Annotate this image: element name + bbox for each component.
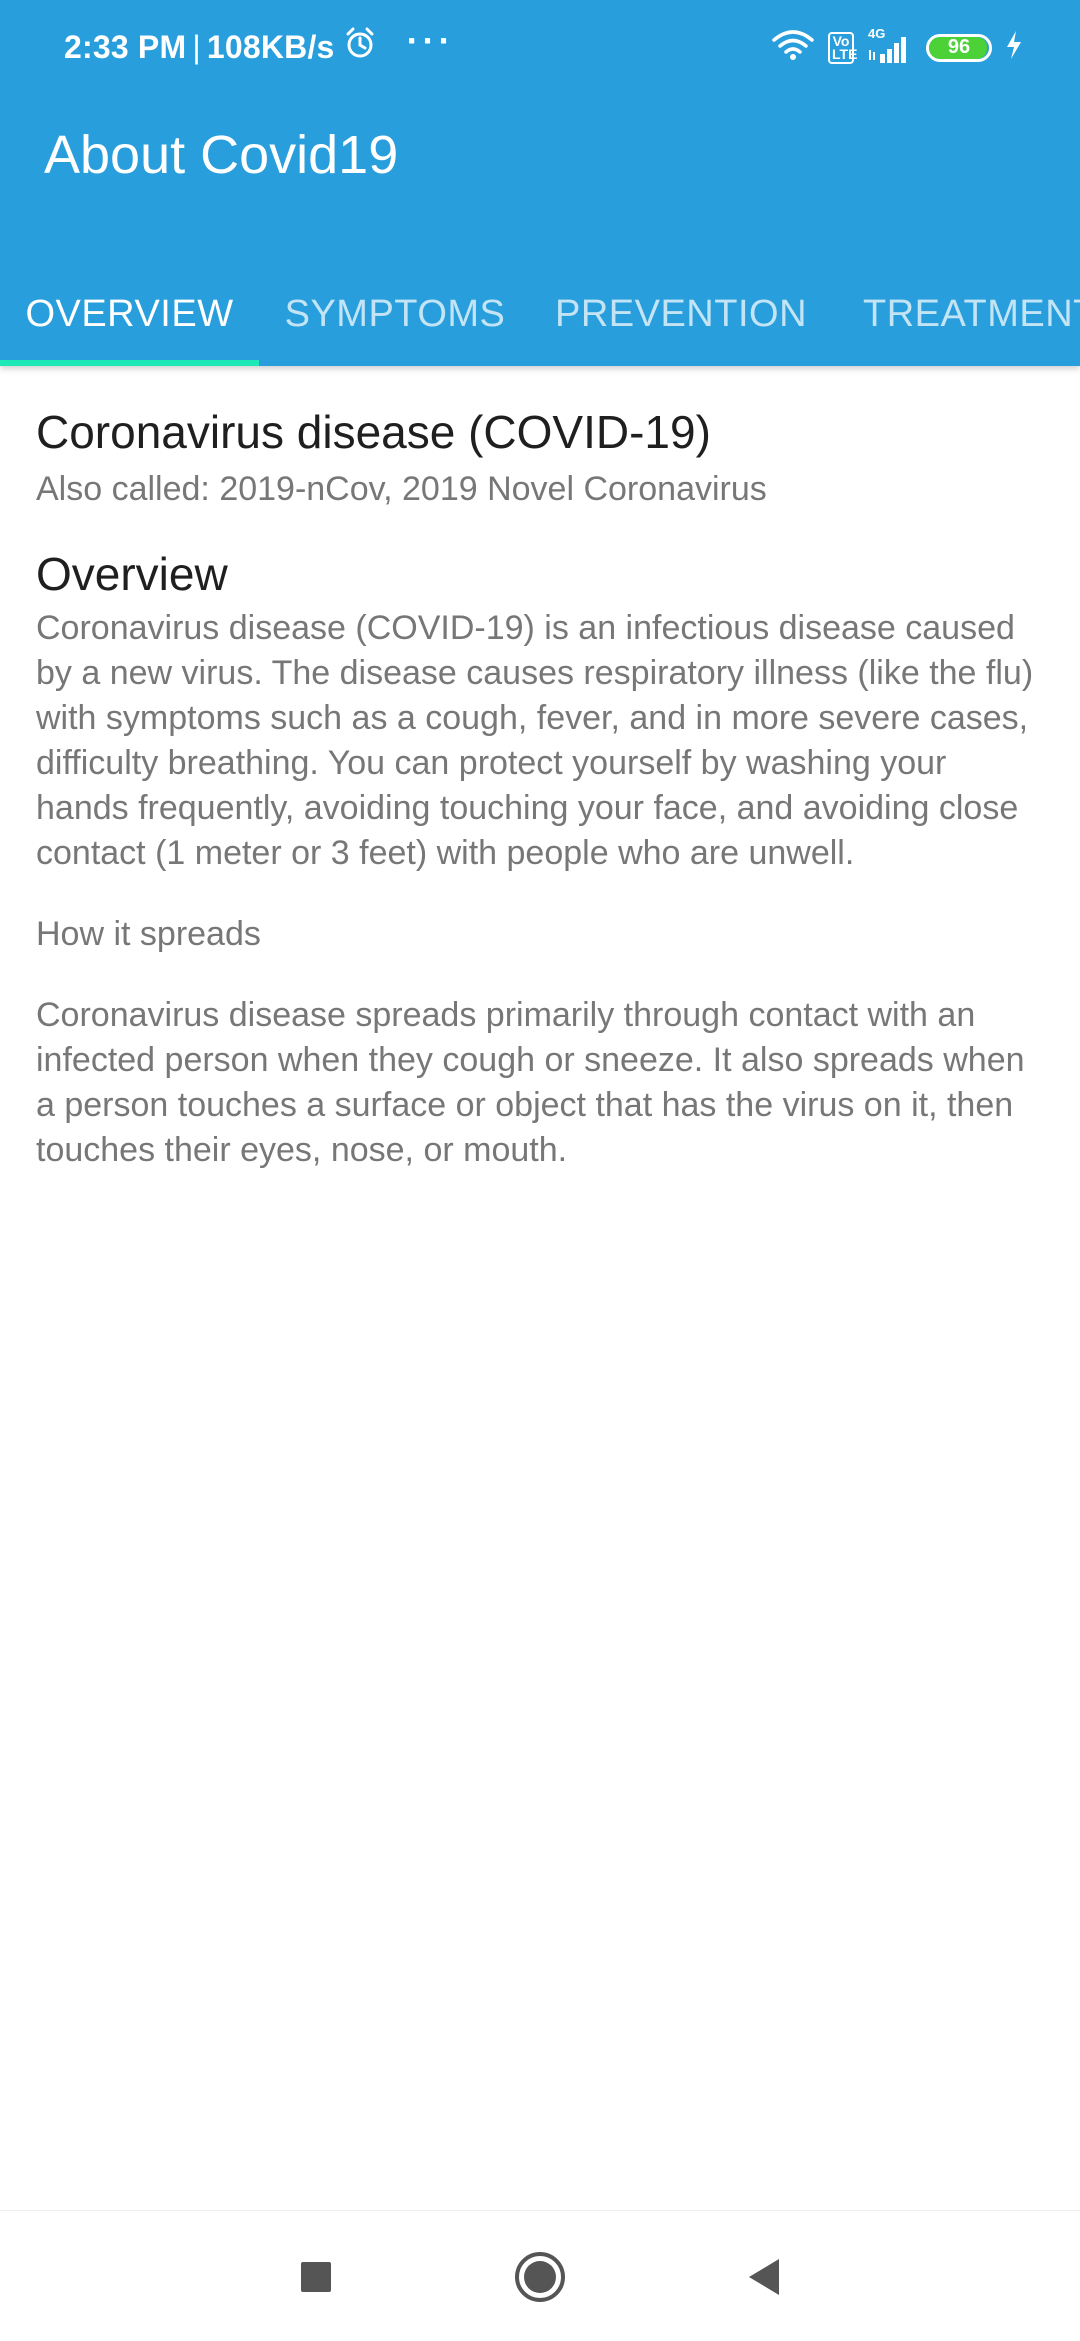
tab-symptoms[interactable]: SYMPTOMS	[259, 262, 531, 366]
volte-bottom-label: LTE	[832, 45, 858, 62]
volte-icon: Vo LTE	[828, 31, 858, 64]
overview-content: Coronavirus disease (COVID-19) Also call…	[36, 402, 1046, 1173]
disease-heading: Coronavirus disease (COVID-19)	[36, 406, 711, 458]
wifi-icon	[770, 28, 816, 67]
tab-indicator	[0, 360, 259, 366]
charging-icon	[1004, 30, 1024, 65]
tab-bar: OVERVIEW SYMPTOMS PREVENTION TREATMENTS	[0, 262, 1080, 366]
battery-percentage: 96	[947, 36, 971, 59]
home-button[interactable]	[512, 2251, 568, 2307]
recents-button[interactable]	[288, 2251, 344, 2307]
tab-overview[interactable]: OVERVIEW	[0, 262, 259, 366]
also-called-text: Also called: 2019-nCov, 2019 Novel Coron…	[36, 470, 767, 508]
status-separator: |	[192, 28, 201, 65]
alarm-icon	[335, 26, 377, 68]
status-bar: 2:33 PM | 108KB/s ··· Vo LTE 4G 96	[0, 0, 1080, 100]
page-title: About Covid19	[44, 125, 399, 185]
tab-prevention[interactable]: PREVENTION	[531, 262, 831, 366]
more-notifications-icon: ···	[406, 20, 455, 61]
home-icon	[513, 2250, 567, 2309]
status-right: Vo LTE 4G 96	[770, 26, 1024, 67]
system-navigation-bar	[0, 2210, 1080, 2341]
how-it-spreads-paragraph: Coronavirus disease spreads primarily th…	[36, 996, 1025, 1169]
back-button[interactable]	[736, 2251, 792, 2307]
recents-icon	[299, 2260, 333, 2299]
how-it-spreads-title: How it spreads	[36, 915, 261, 953]
status-time: 2:33 PM	[64, 28, 187, 65]
network-speed: 108KB/s	[206, 28, 335, 65]
battery-icon: 96	[926, 33, 992, 62]
overview-paragraph: Coronavirus disease (COVID-19) is an inf…	[36, 609, 1034, 872]
overview-section-title: Overview	[36, 548, 228, 600]
app-bar: 2:33 PM | 108KB/s ··· Vo LTE 4G 96 About…	[0, 0, 1080, 366]
status-left: 2:33 PM | 108KB/s ···	[64, 20, 455, 68]
back-icon	[745, 2257, 783, 2302]
signal-icon: 4G	[866, 26, 914, 66]
tab-treatments[interactable]: TREATMENTS	[831, 262, 1080, 366]
